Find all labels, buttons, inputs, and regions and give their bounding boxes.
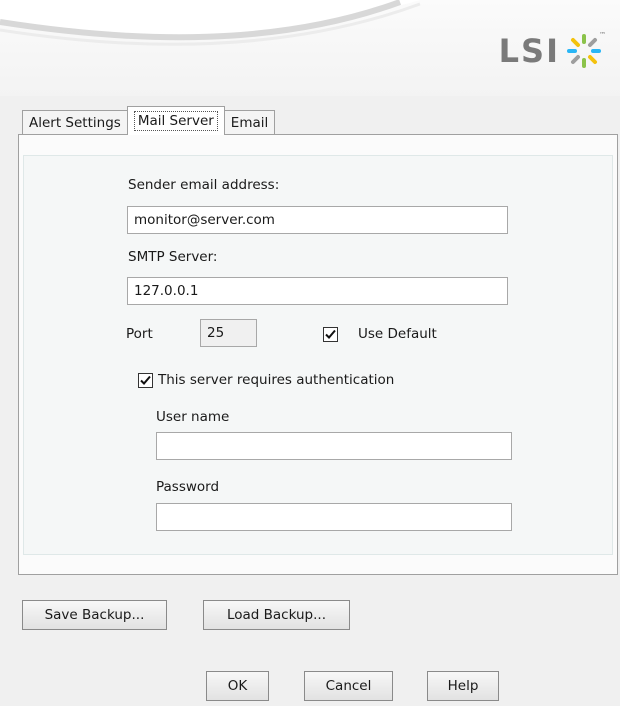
tab-email-label: Email (230, 115, 269, 131)
tab-alert-settings-label: Alert Settings (29, 115, 121, 131)
save-backup-button[interactable]: Save Backup... (22, 600, 167, 630)
tab-mail-server[interactable]: Mail Server (126, 106, 225, 135)
smtp-server-value: 127.0.0.1 (134, 283, 199, 299)
port-label: Port (126, 326, 153, 342)
save-backup-label: Save Backup... (44, 607, 145, 623)
load-backup-label: Load Backup... (226, 607, 327, 623)
smtp-server-input[interactable]: 127.0.0.1 (127, 277, 508, 305)
ok-button[interactable]: OK (206, 671, 269, 701)
ok-label: OK (227, 678, 248, 694)
checkmark-icon (325, 329, 336, 339)
lsi-starburst-icon: ™ (566, 31, 606, 69)
smtp-server-label: SMTP Server: (128, 249, 218, 265)
tab-mail-server-label: Mail Server (133, 111, 218, 131)
header-banner: LSI ™ (0, 0, 620, 96)
username-input[interactable] (156, 432, 512, 460)
tab-email[interactable]: Email (223, 110, 276, 135)
auth-required-label: This server requires authentication (158, 372, 395, 388)
port-value: 25 (207, 325, 225, 341)
username-label: User name (156, 409, 230, 425)
password-input[interactable] (156, 503, 512, 531)
lsi-logo: LSI ™ (498, 31, 606, 70)
use-default-label: Use Default (358, 326, 437, 342)
use-default-checkbox[interactable] (323, 327, 338, 342)
port-input[interactable]: 25 (200, 319, 257, 347)
checkmark-icon (140, 375, 151, 385)
auth-required-checkbox[interactable] (138, 373, 153, 388)
tab-alert-settings[interactable]: Alert Settings (22, 110, 128, 135)
cancel-button[interactable]: Cancel (304, 671, 393, 701)
trademark-symbol: ™ (599, 31, 606, 39)
sender-email-label: Sender email address: (128, 177, 280, 193)
sender-email-value: monitor@server.com (134, 212, 275, 228)
tab-bar: Alert Settings Mail Server Email (22, 106, 276, 135)
sender-email-input[interactable]: monitor@server.com (127, 206, 508, 234)
logo-text: LSI (498, 32, 560, 70)
load-backup-button[interactable]: Load Backup... (203, 600, 350, 630)
help-label: Help (447, 678, 479, 694)
help-button[interactable]: Help (427, 671, 499, 701)
password-label: Password (156, 479, 220, 495)
cancel-label: Cancel (325, 678, 372, 694)
